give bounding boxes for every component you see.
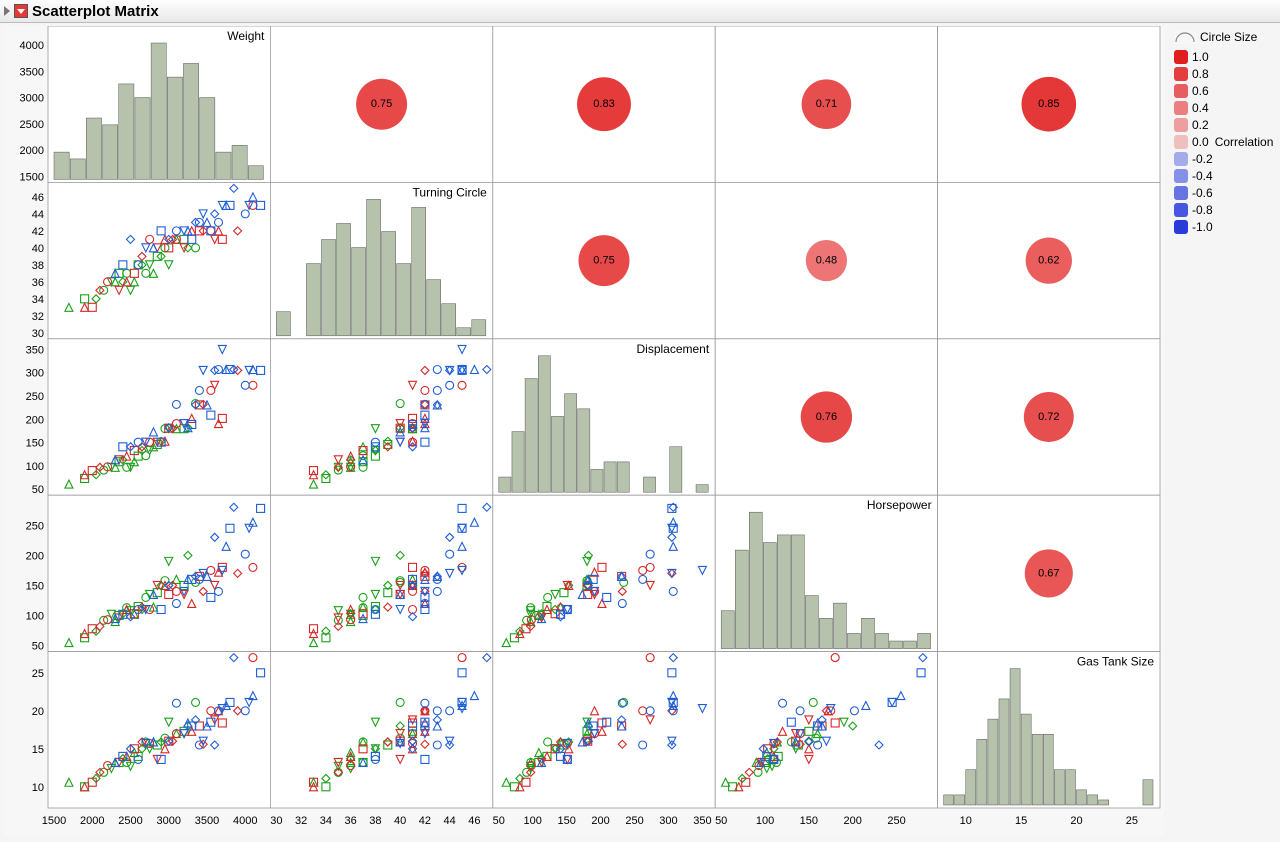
svg-text:25: 25	[32, 668, 44, 680]
svg-text:100: 100	[756, 815, 774, 827]
svg-text:Displacement: Displacement	[636, 342, 709, 356]
svg-text:40: 40	[394, 815, 406, 827]
svg-text:0.71: 0.71	[816, 98, 837, 110]
svg-text:38: 38	[32, 260, 44, 272]
svg-text:100: 100	[26, 461, 44, 473]
svg-text:2000: 2000	[20, 145, 44, 157]
circle-size-icon	[1174, 30, 1196, 44]
legend-title-text: Circle Size	[1200, 30, 1257, 44]
svg-text:150: 150	[26, 580, 44, 592]
legend-tick: 0.0Correlation	[1174, 133, 1273, 150]
panel-title: Scatterplot Matrix	[32, 3, 159, 20]
svg-text:46: 46	[32, 192, 44, 204]
svg-text:0.75: 0.75	[371, 98, 392, 110]
svg-text:20: 20	[32, 706, 44, 718]
svg-text:150: 150	[557, 815, 575, 827]
svg-text:350: 350	[693, 815, 711, 827]
svg-text:25: 25	[1126, 815, 1138, 827]
legend-tick: -0.2	[1174, 150, 1273, 167]
svg-text:0.75: 0.75	[593, 255, 614, 267]
svg-text:3000: 3000	[20, 93, 44, 105]
svg-text:200: 200	[844, 815, 862, 827]
legend-tick: 0.4	[1174, 99, 1273, 116]
svg-text:34: 34	[320, 815, 332, 827]
svg-text:200: 200	[26, 550, 44, 562]
legend-tick: 1.0	[1174, 48, 1273, 65]
svg-text:42: 42	[32, 226, 44, 238]
svg-text:42: 42	[419, 815, 431, 827]
legend-tick: 0.8	[1174, 65, 1273, 82]
svg-text:150: 150	[800, 815, 818, 827]
svg-text:100: 100	[524, 815, 542, 827]
svg-text:300: 300	[659, 815, 677, 827]
svg-text:2000: 2000	[80, 815, 104, 827]
red-hotspot-menu-icon[interactable]	[14, 4, 28, 18]
plot-area: Weight 0.75 0.83 0.71 0.85 Turning Circle 0.75…	[0, 22, 1280, 842]
svg-text:36: 36	[32, 277, 44, 289]
svg-text:0.67: 0.67	[1038, 567, 1059, 579]
app-window: Scatterplot Matrix Weight 0.75 0.83 0.71 0.8…	[0, 0, 1280, 842]
svg-text:15: 15	[1015, 815, 1027, 827]
svg-text:40: 40	[32, 243, 44, 255]
legend-tick: -0.8	[1174, 201, 1273, 218]
svg-text:46: 46	[468, 815, 480, 827]
svg-text:44: 44	[444, 815, 456, 827]
svg-text:2500: 2500	[118, 815, 142, 827]
correlation-legend: Circle Size 1.00.80.60.40.20.0Correlatio…	[1168, 22, 1280, 842]
svg-text:200: 200	[591, 815, 609, 827]
svg-text:2500: 2500	[20, 119, 44, 131]
svg-text:250: 250	[26, 520, 44, 532]
titlebar: Scatterplot Matrix	[0, 0, 1280, 23]
svg-text:3500: 3500	[20, 66, 44, 78]
svg-text:15: 15	[32, 744, 44, 756]
legend-tick: -0.4	[1174, 167, 1273, 184]
svg-text:38: 38	[369, 815, 381, 827]
svg-text:10: 10	[32, 782, 44, 794]
svg-text:50: 50	[715, 815, 727, 827]
svg-text:0.62: 0.62	[1038, 255, 1059, 267]
svg-text:1500: 1500	[20, 171, 44, 183]
scatterplot-matrix[interactable]: Weight 0.75 0.83 0.71 0.85 Turning Circle 0.75…	[0, 22, 1168, 842]
svg-text:0.76: 0.76	[816, 411, 837, 423]
svg-text:0.72: 0.72	[1038, 411, 1059, 423]
svg-text:10: 10	[960, 815, 972, 827]
svg-text:300: 300	[26, 368, 44, 380]
legend-tick: 0.6	[1174, 82, 1273, 99]
svg-text:50: 50	[493, 815, 505, 827]
svg-text:3000: 3000	[157, 815, 181, 827]
svg-text:30: 30	[270, 815, 282, 827]
svg-text:44: 44	[32, 209, 44, 221]
svg-text:36: 36	[345, 815, 357, 827]
svg-text:1500: 1500	[42, 815, 66, 827]
svg-text:0.48: 0.48	[816, 255, 837, 267]
svg-text:250: 250	[887, 815, 905, 827]
svg-text:100: 100	[26, 611, 44, 623]
svg-text:50: 50	[32, 484, 44, 496]
svg-text:200: 200	[26, 414, 44, 426]
disclosure-triangle-icon[interactable]	[4, 6, 10, 16]
svg-text:Weight: Weight	[227, 29, 265, 43]
svg-text:250: 250	[625, 815, 643, 827]
legend-tick: -0.6	[1174, 184, 1273, 201]
svg-text:4000: 4000	[233, 815, 257, 827]
legend-tick: 0.2	[1174, 116, 1273, 133]
svg-text:50: 50	[32, 641, 44, 653]
svg-text:0.85: 0.85	[1038, 98, 1059, 110]
svg-text:3500: 3500	[195, 815, 219, 827]
svg-text:150: 150	[26, 438, 44, 450]
svg-text:0.83: 0.83	[593, 98, 614, 110]
svg-text:34: 34	[32, 294, 44, 306]
svg-text:4000: 4000	[20, 40, 44, 52]
svg-text:30: 30	[32, 328, 44, 340]
svg-text:32: 32	[295, 815, 307, 827]
svg-text:20: 20	[1070, 815, 1082, 827]
svg-text:Turning Circle: Turning Circle	[413, 185, 488, 199]
svg-text:Horsepower: Horsepower	[867, 498, 932, 512]
legend-tick: -1.0	[1174, 218, 1273, 235]
svg-text:250: 250	[26, 391, 44, 403]
svg-text:32: 32	[32, 311, 44, 323]
svg-text:Gas Tank Size: Gas Tank Size	[1077, 655, 1154, 669]
svg-text:350: 350	[26, 344, 44, 356]
